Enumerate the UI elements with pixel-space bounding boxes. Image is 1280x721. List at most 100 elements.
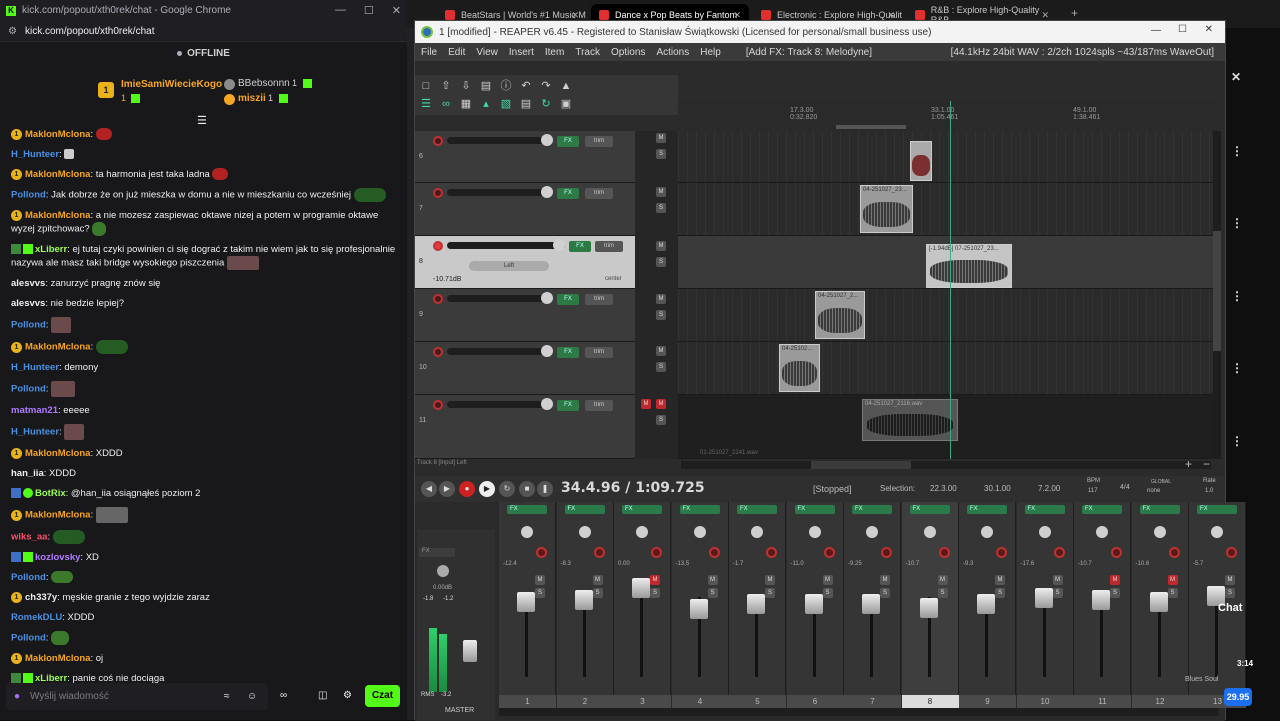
settings-icon[interactable]: ⚙ (343, 690, 352, 701)
pan-knob[interactable] (1096, 526, 1108, 538)
mixer-channel-6[interactable]: FX -11.0 M S 6 (786, 502, 844, 708)
trim-button[interactable]: trim (585, 188, 613, 199)
more-icon[interactable]: ⋮ (1231, 361, 1243, 375)
time-selection[interactable] (836, 125, 906, 129)
close-icon[interactable]: ✕ (1205, 24, 1213, 35)
track-lane[interactable]: 04-251027_23... (678, 183, 1218, 236)
leader-1-name[interactable]: ImieSamiWiecieKogo (121, 79, 222, 90)
record-arm-button[interactable] (433, 241, 443, 251)
trim-button[interactable]: trim (595, 241, 623, 252)
mixer-channel-10[interactable]: FX -17.6 M S 10 (1016, 502, 1074, 708)
record-arm-button[interactable] (766, 547, 777, 558)
mute-button[interactable]: M (656, 399, 666, 409)
trim-button[interactable]: trim (585, 347, 613, 358)
channel-fader[interactable] (632, 578, 650, 598)
pan-knob[interactable] (553, 239, 565, 251)
repeat-button[interactable]: ↻ (499, 481, 515, 497)
volume-fader[interactable] (447, 189, 552, 196)
project-settings-icon[interactable]: ▤ (479, 79, 493, 93)
fx-button[interactable]: FX (1139, 505, 1180, 514)
mixer-channel-4[interactable]: FX -13.5 M S 4 (671, 502, 729, 708)
track-lane[interactable] (678, 131, 1218, 183)
mute-button[interactable]: M (656, 187, 666, 197)
media-item[interactable] (910, 141, 932, 181)
group-icon[interactable]: ▤ (519, 97, 533, 111)
mixer-channel-8[interactable]: FX -10.7 M S 8 (901, 502, 959, 708)
pan-knob[interactable] (541, 292, 553, 304)
media-item[interactable]: [-1.94dB] 07-251027_23... (926, 244, 1012, 288)
undo-icon[interactable]: ↶ (519, 79, 533, 93)
solo-button[interactable]: S (880, 588, 890, 598)
gift-box-icon[interactable]: ◫ (318, 690, 327, 701)
leader-2-name[interactable]: BBebsonnn (238, 78, 290, 89)
mute-button[interactable]: M (995, 575, 1005, 585)
lock-icon[interactable]: ▣ (559, 97, 573, 111)
channel-fader[interactable] (517, 592, 535, 612)
channel-fader[interactable] (919, 598, 938, 618)
leader-3-name[interactable]: miszii (238, 93, 266, 104)
solo-button[interactable]: S (937, 588, 948, 598)
close-panel-icon[interactable]: ✕ (1231, 70, 1241, 84)
solo-button[interactable]: S (656, 362, 666, 372)
go-start-button[interactable]: ◀ (421, 481, 437, 497)
fx-button[interactable]: FX (737, 505, 777, 514)
points-icon[interactable]: ∞ (280, 690, 287, 701)
fx-button[interactable]: FX (622, 505, 662, 514)
pan-knob[interactable] (636, 526, 648, 538)
bpm-value[interactable]: 117 (1088, 488, 1098, 494)
solo-button[interactable]: S (656, 203, 666, 213)
solo-button[interactable]: S (765, 588, 775, 598)
solo-button[interactable]: S (656, 415, 666, 425)
record-arm-button[interactable] (433, 400, 443, 410)
pan-knob[interactable] (751, 526, 763, 538)
fx-button[interactable]: FX (679, 505, 720, 514)
mute-button[interactable]: M (535, 575, 545, 585)
mixer-channel-3[interactable]: FX 0.00 M S 3 (614, 502, 671, 708)
volume-fader[interactable] (447, 348, 552, 355)
pan-knob[interactable] (1211, 526, 1223, 538)
pan-knob[interactable] (578, 526, 591, 538)
volume-fader[interactable] (447, 401, 552, 408)
channel-fader[interactable] (574, 590, 593, 610)
mute-button[interactable]: M (1110, 575, 1120, 585)
media-item[interactable]: 04-251027_2... (815, 291, 865, 339)
record-arm-button[interactable] (938, 547, 950, 558)
record-arm-button[interactable] (996, 547, 1007, 558)
mute-button[interactable]: M (1052, 575, 1063, 585)
record-arm-button[interactable] (536, 547, 547, 558)
solo-button[interactable]: S (592, 588, 603, 598)
track-lane[interactable]: 04-251027_2116.wav 01-251027_2241.wav (678, 395, 1218, 459)
info-icon[interactable]: ⓘ (499, 79, 513, 93)
channel-fader[interactable] (977, 594, 995, 614)
mixer-channel-5[interactable]: FX -1.7 M S 5 (729, 502, 786, 708)
menu-insert[interactable]: Insert (509, 47, 534, 58)
solo-button[interactable]: S (656, 149, 666, 159)
price-button[interactable]: 29.95 (1224, 688, 1252, 706)
minimize-icon[interactable]: — (335, 4, 346, 17)
mute-button[interactable]: M (656, 133, 666, 143)
grid-icon[interactable]: ☰ (419, 97, 433, 111)
solo-button[interactable]: S (1110, 588, 1120, 598)
track-11[interactable]: 11 FX trim (415, 395, 635, 459)
selection-end[interactable]: 30.1.00 (984, 484, 1011, 493)
fx-button[interactable]: FX (1082, 505, 1122, 514)
fx-button[interactable]: FX (557, 294, 579, 305)
timeline-ruler[interactable]: 17.3.00 0:32.820 33.1.00 1:05.461 49.1.00 1… (678, 101, 1218, 131)
channel-fader[interactable] (862, 594, 880, 614)
record-arm-button[interactable] (593, 547, 605, 558)
loop-icon[interactable]: ↻ (539, 97, 553, 111)
close-icon[interactable]: ✕ (392, 4, 401, 17)
more-icon[interactable]: ⋮ (1231, 216, 1243, 230)
master-pan-knob[interactable] (437, 565, 449, 577)
time-signature[interactable]: 4/4 (1120, 484, 1130, 491)
volume-fader[interactable] (447, 137, 552, 144)
filter-icon[interactable]: ☰ (197, 114, 207, 127)
record-arm-button[interactable] (708, 547, 720, 558)
volume-fader[interactable] (447, 295, 552, 302)
record-arm-button[interactable] (433, 294, 443, 304)
go-end-button[interactable]: ▶ (439, 481, 455, 497)
channel-fader[interactable] (1034, 588, 1053, 608)
trim-icon[interactable]: ▧ (499, 97, 513, 111)
mixer-channel-1[interactable]: FX -12.4 M S 1 (499, 502, 556, 708)
stop-button[interactable]: ■ (519, 481, 535, 497)
